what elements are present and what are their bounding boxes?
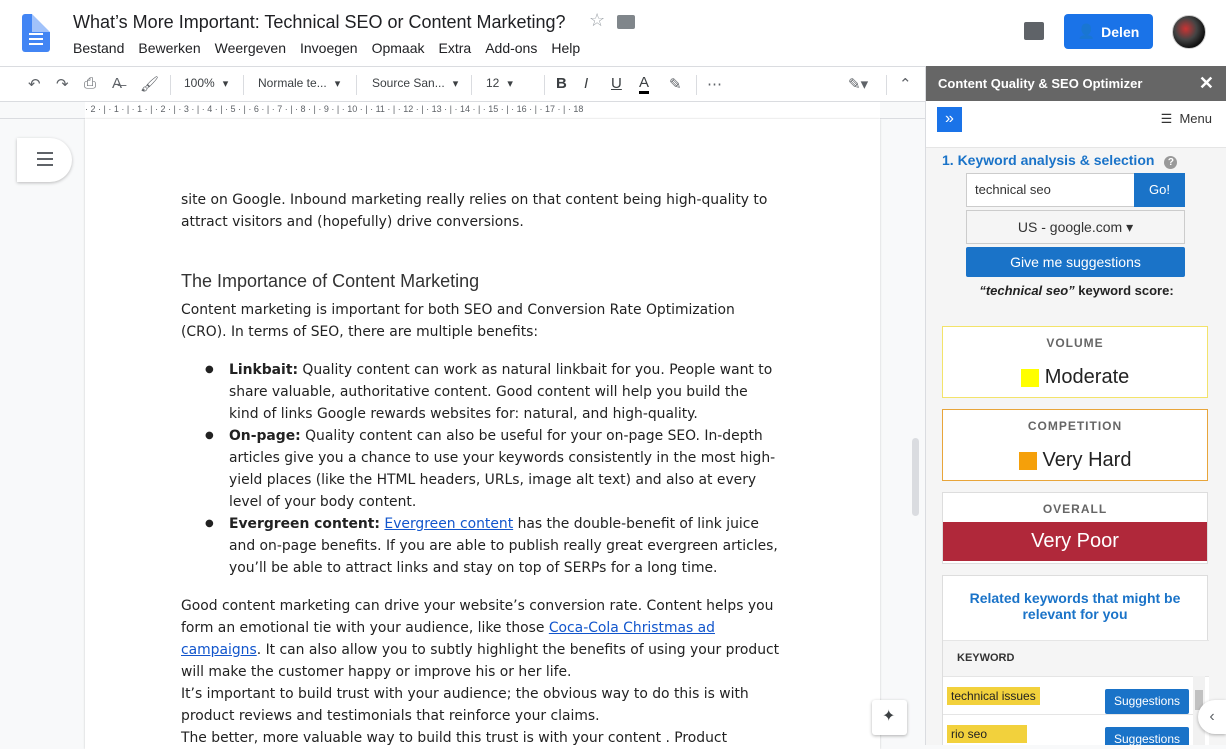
font-select[interactable]: Source San... [372, 76, 458, 90]
paragraph: It’s important to build trust with your … [181, 686, 749, 724]
competition-title: COMPETITION [1027, 419, 1123, 433]
style-select[interactable]: Normale te... [258, 76, 340, 90]
paragraph: Good content marketing can drive your we… [181, 598, 780, 680]
bold-icon[interactable]: B [556, 75, 567, 92]
volume-value: Moderate [1044, 366, 1130, 388]
related-keywords-title: Related keywords that might be relevant … [969, 590, 1181, 622]
font-size-select[interactable]: 12 [486, 76, 513, 90]
collapse-menus-icon[interactable]: ⌃ [899, 75, 912, 93]
keyword-tag: rio seo [947, 725, 1028, 743]
paragraph: site on Google. Inbound marketing really… [181, 192, 768, 230]
keyword-column-header: KEYWORD [943, 640, 1209, 676]
competition-swatch [1018, 451, 1037, 470]
menu-opmaak[interactable]: Opmaak [372, 40, 425, 56]
outline-icon [37, 152, 53, 166]
overall-card: OVERALL Very Poor [942, 492, 1208, 564]
paragraph: Content marketing is important for both … [181, 302, 735, 340]
redo-icon[interactable]: ↷ [56, 75, 69, 93]
volume-swatch [1020, 368, 1039, 387]
ruler-marks: · 2 · | · 1 · | · 1 · | · 2 · | · 3 · | … [85, 104, 584, 114]
highlight-icon[interactable]: ✎ [669, 75, 682, 93]
give-suggestions-button[interactable]: Give me suggestions [966, 247, 1185, 277]
document-title[interactable]: What’s More Important: Technical SEO or … [73, 12, 566, 33]
panel-subheader: » ☰ Menu [926, 101, 1226, 148]
help-icon[interactable]: ? [1164, 156, 1178, 169]
spellcheck-icon[interactable]: A̶ [112, 75, 122, 92]
docs-header: What’s More Important: Technical SEO or … [0, 0, 1226, 66]
volume-card: VOLUME Moderate [942, 326, 1208, 398]
table-row: technical issues Suggestions [943, 676, 1209, 714]
menu-bewerken[interactable]: Bewerken [138, 40, 200, 56]
close-icon[interactable]: ✕ [1199, 73, 1214, 94]
italic-icon[interactable]: I [584, 75, 588, 92]
star-icon[interactable]: ☆ [589, 10, 605, 31]
list-item: Evergreen content: Evergreen content has… [205, 513, 781, 579]
related-keywords-card: Related keywords that might be relevant … [942, 575, 1209, 745]
keyword-tag: technical issues [947, 687, 1040, 705]
panel-title: Content Quality & SEO Optimizer [938, 76, 1143, 91]
text-color-icon[interactable]: A [639, 75, 650, 94]
document-body[interactable]: site on Google. Inbound marketing really… [181, 189, 781, 749]
menu-add-ons[interactable]: Add-ons [485, 40, 537, 56]
competition-value: Very Hard [1042, 449, 1132, 471]
ruler: · 2 · | · 1 · | · 1 · | · 2 · | · 3 · | … [0, 102, 925, 119]
paragraph: The better, more valuable way to build t… [181, 730, 728, 746]
explore-button[interactable] [872, 700, 907, 735]
person-add-icon: 👤 [1077, 23, 1096, 39]
document-scrollbar[interactable] [912, 438, 919, 516]
comment-icon[interactable] [1024, 22, 1044, 40]
panel-header: Content Quality & SEO Optimizer ✕ [926, 66, 1226, 101]
edit-mode-icon[interactable]: ✎▾ [848, 75, 868, 93]
evergreen-link[interactable]: Evergreen content [384, 516, 513, 532]
folder-icon[interactable] [617, 15, 635, 29]
menu-extra[interactable]: Extra [439, 40, 472, 56]
list-item: Linkbait: Quality content can work as na… [205, 359, 781, 425]
share-button[interactable]: 👤 Delen [1064, 14, 1153, 49]
more-icon[interactable]: ⋯ [707, 75, 722, 93]
hamburger-icon: ☰ [1160, 111, 1173, 126]
heading: The Importance of Content Marketing [181, 271, 480, 291]
country-select[interactable]: US - google.com ▾ [966, 210, 1185, 244]
expand-icon[interactable]: » [937, 107, 962, 132]
paint-format-icon[interactable]: 🖌 [140, 75, 159, 93]
menu-help[interactable]: Help [551, 40, 580, 56]
competition-card: COMPETITION Very Hard [942, 409, 1208, 481]
bullet-list: Linkbait: Quality content can work as na… [205, 359, 781, 579]
menu-invoegen[interactable]: Invoegen [300, 40, 358, 56]
document-page[interactable]: site on Google. Inbound marketing really… [85, 119, 880, 749]
share-label: Delen [1101, 23, 1140, 40]
section-title: 1. Keyword analysis & selection? [942, 152, 1178, 169]
chevron-left-icon[interactable]: ‹ [1198, 700, 1226, 734]
menu-weergeven[interactable]: Weergeven [215, 40, 286, 56]
undo-icon[interactable]: ↶ [28, 75, 41, 93]
suggestions-button[interactable]: Suggestions [1105, 689, 1189, 714]
volume-title: VOLUME [1046, 336, 1104, 350]
panel-menu-button[interactable]: ☰ Menu [1161, 111, 1212, 127]
go-button[interactable]: Go! [1134, 173, 1185, 207]
menu-bar: Bestand Bewerken Weergeven Invoegen Opma… [73, 40, 580, 56]
seo-optimizer-panel: Content Quality & SEO Optimizer ✕ » ☰ Me… [925, 66, 1226, 745]
menu-bestand[interactable]: Bestand [73, 40, 124, 56]
list-item: On-page: Quality content can also be use… [205, 425, 781, 513]
document-outline-button[interactable] [17, 138, 72, 182]
avatar[interactable] [1172, 15, 1206, 49]
panel-body: 1. Keyword analysis & selection? technic… [926, 148, 1226, 745]
print-icon[interactable]: ⎙ [84, 75, 96, 92]
overall-value: Very Poor [943, 522, 1207, 561]
zoom-select[interactable]: 100% [184, 76, 228, 90]
google-docs-logo-icon[interactable] [22, 14, 50, 52]
keyword-input[interactable]: technical seo [966, 173, 1135, 207]
keyword-score-label: “technical seo” keyword score: [979, 283, 1174, 298]
table-row: rio seo Suggestions [943, 714, 1209, 745]
underline-icon[interactable]: U [611, 75, 622, 92]
formatting-toolbar: ↶ ↷ ⎙ A̶ 🖌 100% Normale te... Source San… [0, 66, 925, 102]
overall-title: OVERALL [1042, 502, 1108, 516]
suggestions-button[interactable]: Suggestions [1105, 727, 1189, 745]
